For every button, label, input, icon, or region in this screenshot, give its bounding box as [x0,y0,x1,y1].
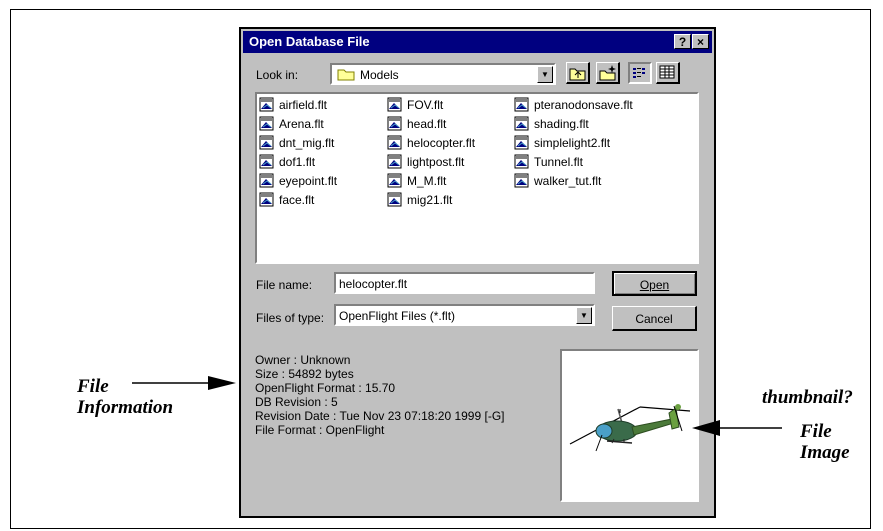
flt-file-icon [259,135,274,150]
list-view-button[interactable] [628,62,652,84]
folder-icon [337,69,355,81]
file-image-preview [560,349,699,502]
look-in-label: Look in: [256,68,299,82]
dialog-title: Open Database File [249,34,370,49]
file-list-item-label: FOV.flt [407,98,444,112]
file-name-value: helocopter.flt [339,277,408,291]
look-in-dropdown[interactable]: Models ▼ [330,63,556,85]
flt-file-icon [259,154,274,169]
files-of-type-dropdown[interactable]: OpenFlight Files (*.flt) ▼ [334,304,595,326]
file-list-item[interactable]: FOV.flt [387,96,443,114]
file-list-item[interactable]: dof1.flt [259,153,315,171]
open-button[interactable]: Open [612,271,697,296]
flt-file-icon [259,192,274,207]
chevron-down-icon[interactable]: ▼ [537,66,553,83]
list-view-icon [633,68,645,78]
file-list-item[interactable]: lightpost.flt [387,153,464,171]
file-list-item[interactable]: helocopter.flt [387,134,475,152]
file-info-line: Size : 54892 bytes [255,367,354,381]
file-info-line: Revision Date : Tue Nov 23 07:18:20 1999… [255,409,505,423]
file-list-item[interactable]: mig21.flt [387,191,452,209]
file-list-item-label: walker_tut.flt [534,174,602,188]
file-list-item-label: dof1.flt [279,155,316,169]
open-label: Open [639,278,670,292]
flt-file-icon [259,116,274,131]
file-list-item[interactable]: face.flt [259,191,314,209]
look-in-value: Models [360,68,399,82]
close-button[interactable]: × [692,34,709,49]
details-view-button[interactable] [656,62,680,84]
flt-file-icon [387,97,402,112]
file-list-item-label: lightpost.flt [407,155,465,169]
flt-file-icon [514,173,529,188]
file-list-item-label: airfield.flt [279,98,328,112]
flt-file-icon [259,173,274,188]
files-of-type-label: Files of type: [256,311,325,325]
arrow-right-icon [132,376,236,390]
details-view-icon [659,65,675,79]
chevron-down-icon[interactable]: ▼ [576,307,592,324]
cancel-button[interactable]: Cancel [612,306,697,331]
up-folder-button[interactable] [566,62,590,84]
thumbnail-annotation: thumbnail? [762,387,853,408]
flt-file-icon [387,173,402,188]
new-folder-button[interactable] [596,62,620,84]
file-list-item[interactable]: dnt_mig.flt [259,134,334,152]
file-list[interactable]: airfield.flt Arena.flt dnt_mig.flt dof1.flt… [255,92,699,264]
file-list-item[interactable]: shading.flt [514,115,589,133]
helicopter-thumbnail-image [569,404,691,452]
file-list-item[interactable]: Arena.flt [259,115,324,133]
file-list-item-label: simplelight2.flt [534,136,611,150]
file-list-item[interactable]: airfield.flt [259,96,327,114]
file-info-line: OpenFlight Format : 15.70 [255,381,396,395]
file-list-item[interactable]: eyepoint.flt [259,172,337,190]
file-list-item-label: eyepoint.flt [279,174,338,188]
files-of-type-value: OpenFlight Files (*.flt) [339,309,456,323]
file-name-label: File name: [256,278,313,292]
cancel-label: Cancel [635,312,673,326]
file-list-item-label: Arena.flt [279,117,324,131]
file-info-line: DB Revision : 5 [255,395,338,409]
help-button[interactable]: ? [674,34,691,49]
flt-file-icon [259,97,274,112]
file-information: Owner : Unknown Size : 54892 bytes OpenFli… [255,353,504,437]
file-list-item[interactable]: Tunnel.flt [514,153,583,171]
flt-file-icon [387,135,402,150]
file-list-item[interactable]: M_M.flt [387,172,446,190]
file-list-item-label: pteranodonsave.flt [534,98,633,112]
flt-file-icon [514,135,529,150]
file-list-item[interactable]: head.flt [387,115,446,133]
file-list-item[interactable]: simplelight2.flt [514,134,610,152]
file-name-input[interactable]: helocopter.flt [334,272,595,294]
file-list-item[interactable]: pteranodonsave.flt [514,96,633,114]
annotation-text: Image [800,442,850,463]
open-database-dialog: Open Database File ? × Look in: Models ▼ [239,27,716,518]
file-image-annotation: File Image [800,421,850,463]
file-list-item-label: face.flt [279,193,315,207]
flt-file-icon [514,154,529,169]
file-list-item-label: head.flt [407,117,447,131]
file-list-item-label: mig21.flt [407,193,453,207]
file-info-line: Owner : Unknown [255,353,351,367]
file-info-line: File Format : OpenFlight [255,423,385,437]
flt-file-icon [514,116,529,131]
flt-file-icon [387,154,402,169]
file-list-item-label: helocopter.flt [407,136,476,150]
flt-file-icon [387,192,402,207]
up-folder-icon [569,68,586,81]
file-list-item[interactable]: walker_tut.flt [514,172,601,190]
flt-file-icon [514,97,529,112]
arrow-left-icon [692,420,782,436]
dialog-titlebar: Open Database File ? × [243,31,712,53]
file-list-item-label: dnt_mig.flt [279,136,335,150]
annotation-text: Information [77,397,174,418]
new-folder-icon [599,65,616,81]
annotation-text: File [800,421,832,442]
file-list-item-label: M_M.flt [407,174,447,188]
file-list-item-label: shading.flt [534,117,589,131]
flt-file-icon [387,116,402,131]
file-list-item-label: Tunnel.flt [534,155,583,169]
